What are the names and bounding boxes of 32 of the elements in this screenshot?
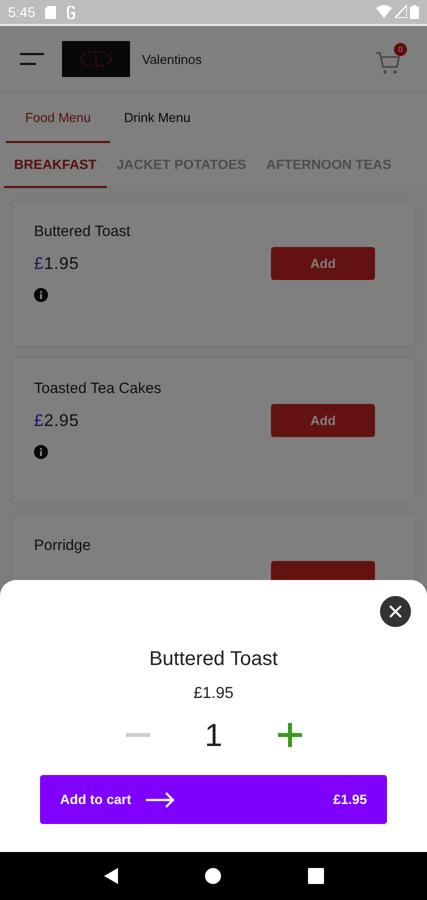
home-icon[interactable] xyxy=(205,868,222,884)
arrow-right-icon xyxy=(145,792,176,808)
recents-icon[interactable] xyxy=(308,868,324,884)
cart-button[interactable]: 0 xyxy=(375,42,407,76)
cart-count-badge: 0 xyxy=(394,42,407,56)
close-icon xyxy=(389,605,402,618)
add-to-cart-button[interactable]: Add to cart £1.95 xyxy=(40,775,387,824)
signal-icon xyxy=(395,5,407,18)
notification-icon xyxy=(66,6,76,18)
info-icon[interactable] xyxy=(34,445,48,459)
item-name: Buttered Toast xyxy=(34,223,132,240)
status-time: 5:45 xyxy=(8,4,36,20)
restaurant-name: Valentinos xyxy=(142,52,203,66)
add-button[interactable]: Add xyxy=(271,247,375,280)
back-icon[interactable] xyxy=(103,867,120,885)
sd-card-icon xyxy=(45,6,56,18)
restaurant-logo xyxy=(62,41,130,77)
item-price: £1.95 xyxy=(193,685,234,703)
item-title: Buttered Toast xyxy=(149,648,278,671)
item-price: £1.95 xyxy=(34,254,80,274)
menu-tab[interactable]: Drink Menu xyxy=(110,93,204,143)
close-button[interactable] xyxy=(380,596,411,627)
battery-icon xyxy=(410,5,419,19)
wifi-icon xyxy=(376,5,392,18)
info-icon[interactable] xyxy=(34,288,48,302)
item-name: Porridge xyxy=(34,537,92,554)
quantity-value: 1 xyxy=(204,716,224,754)
increase-button[interactable] xyxy=(276,722,302,748)
item-price: £2.95 xyxy=(34,411,80,431)
add-button[interactable]: Add xyxy=(271,404,375,437)
item-name: Toasted Tea Cakes xyxy=(34,380,162,397)
menu-icon[interactable] xyxy=(20,53,44,65)
